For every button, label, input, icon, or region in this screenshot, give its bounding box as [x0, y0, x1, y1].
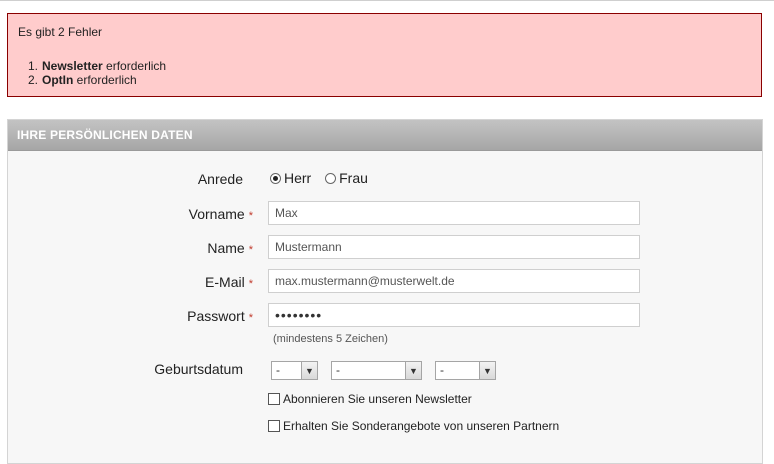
chevron-down-icon[interactable]: ▼: [479, 362, 495, 379]
salutation-radio-group: Herr Frau: [270, 170, 378, 187]
lastname-label-text: Name: [207, 240, 245, 256]
radio-frau-label: Frau: [339, 170, 368, 186]
lastname-label: Name *: [7, 240, 253, 256]
email-label: E-Mail *: [7, 274, 253, 290]
salutation-label-text: Anrede: [197, 171, 243, 187]
partner-offers-label: Erhalten Sie Sonderangebote von unseren …: [283, 419, 560, 433]
birthdate-month-select[interactable]: - ▼: [331, 361, 422, 380]
error-item: 1. Newsletter erforderlich: [18, 59, 166, 73]
error-item: 2. OptIn erforderlich: [18, 73, 166, 87]
radio-frau-circle[interactable]: [325, 172, 337, 184]
password-hint: (mindestens 5 Zeichen): [273, 333, 388, 345]
top-divider: [0, 0, 774, 1]
partner-offers-row[interactable]: Erhalten Sie Sonderangebote von unseren …: [268, 419, 559, 433]
error-title: Es gibt 2 Fehler: [18, 25, 103, 39]
error-field: OptIn: [42, 73, 74, 87]
birthdate-day-select[interactable]: - ▼: [271, 361, 318, 380]
firstname-label-text: Vorname: [188, 206, 245, 222]
radio-herr-circle[interactable]: [270, 172, 281, 184]
error-list: 1. Newsletter erforderlich 2. OptIn erford…: [18, 59, 166, 87]
radio-herr[interactable]: Herr: [270, 170, 311, 186]
error-message: erforderlich: [76, 73, 137, 87]
email-label-text: E-Mail: [205, 274, 245, 290]
panel-header: IHRE PERSÖNLICHEN DATEN: [8, 120, 762, 151]
firstname-label: Vorname *: [7, 206, 253, 222]
chevron-down-icon[interactable]: ▼: [405, 362, 421, 379]
required-marker: *: [248, 278, 253, 290]
lastname-input[interactable]: Mustermann: [268, 235, 640, 259]
firstname-input[interactable]: Max: [268, 201, 640, 225]
partner-offers-checkbox[interactable]: [268, 420, 280, 432]
newsletter-row[interactable]: Abonnieren Sie unseren Newsletter: [268, 392, 472, 406]
password-label-text: Passwort: [187, 308, 245, 324]
day-select-value: -: [276, 363, 280, 377]
newsletter-checkbox[interactable]: [268, 393, 280, 405]
salutation-label: Anrede: [7, 171, 253, 187]
required-marker: *: [248, 210, 253, 222]
radio-frau[interactable]: Frau: [325, 170, 368, 186]
password-input[interactable]: ••••••••: [268, 303, 640, 327]
required-marker: *: [248, 244, 253, 256]
chevron-down-icon[interactable]: ▼: [301, 362, 317, 379]
error-box: Es gibt 2 Fehler 1. Newsletter erforderli…: [7, 13, 762, 97]
month-select-value: -: [336, 363, 340, 377]
radio-herr-label: Herr: [284, 170, 312, 186]
birthdate-year-select[interactable]: - ▼: [435, 361, 496, 380]
error-number: 1.: [27, 59, 38, 73]
year-select-value: -: [440, 363, 444, 377]
email-input[interactable]: max.mustermann@musterwelt.de: [268, 269, 640, 293]
required-marker: *: [248, 312, 253, 324]
panel-title: IHRE PERSÖNLICHEN DATEN: [17, 128, 193, 142]
birthdate-label-text: Geburtsdatum: [154, 361, 243, 377]
newsletter-label: Abonnieren Sie unseren Newsletter: [283, 392, 472, 406]
password-label: Passwort *: [7, 308, 253, 324]
error-message: erforderlich: [106, 59, 167, 73]
error-number: 2.: [27, 73, 38, 87]
error-field: Newsletter: [42, 59, 103, 73]
birthdate-label: Geburtsdatum: [7, 361, 253, 377]
